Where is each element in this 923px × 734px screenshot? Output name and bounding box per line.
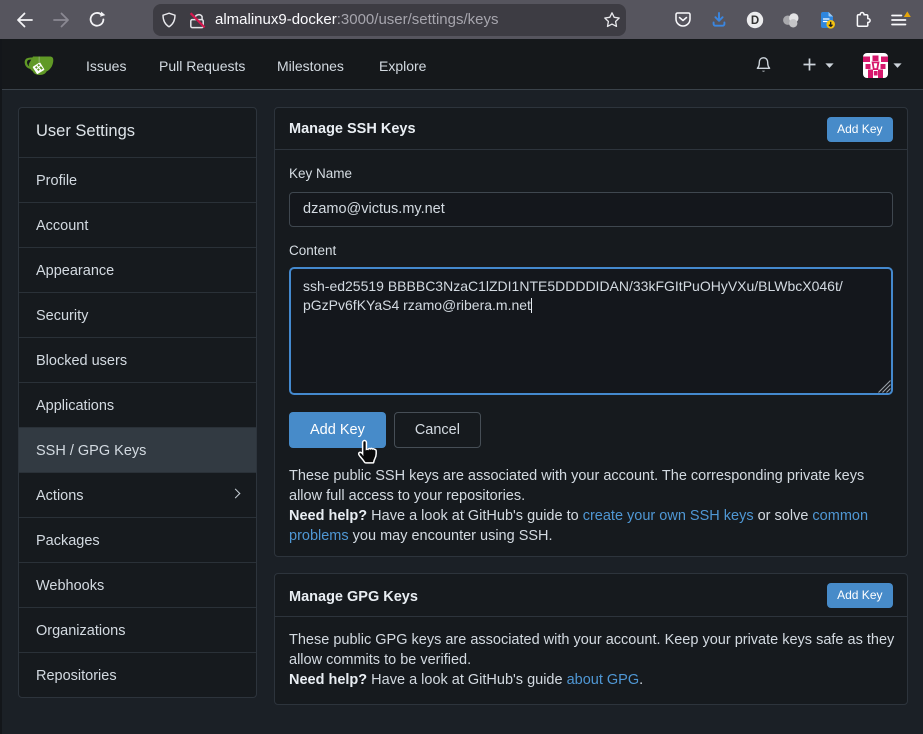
svg-text:D: D: [751, 15, 759, 27]
